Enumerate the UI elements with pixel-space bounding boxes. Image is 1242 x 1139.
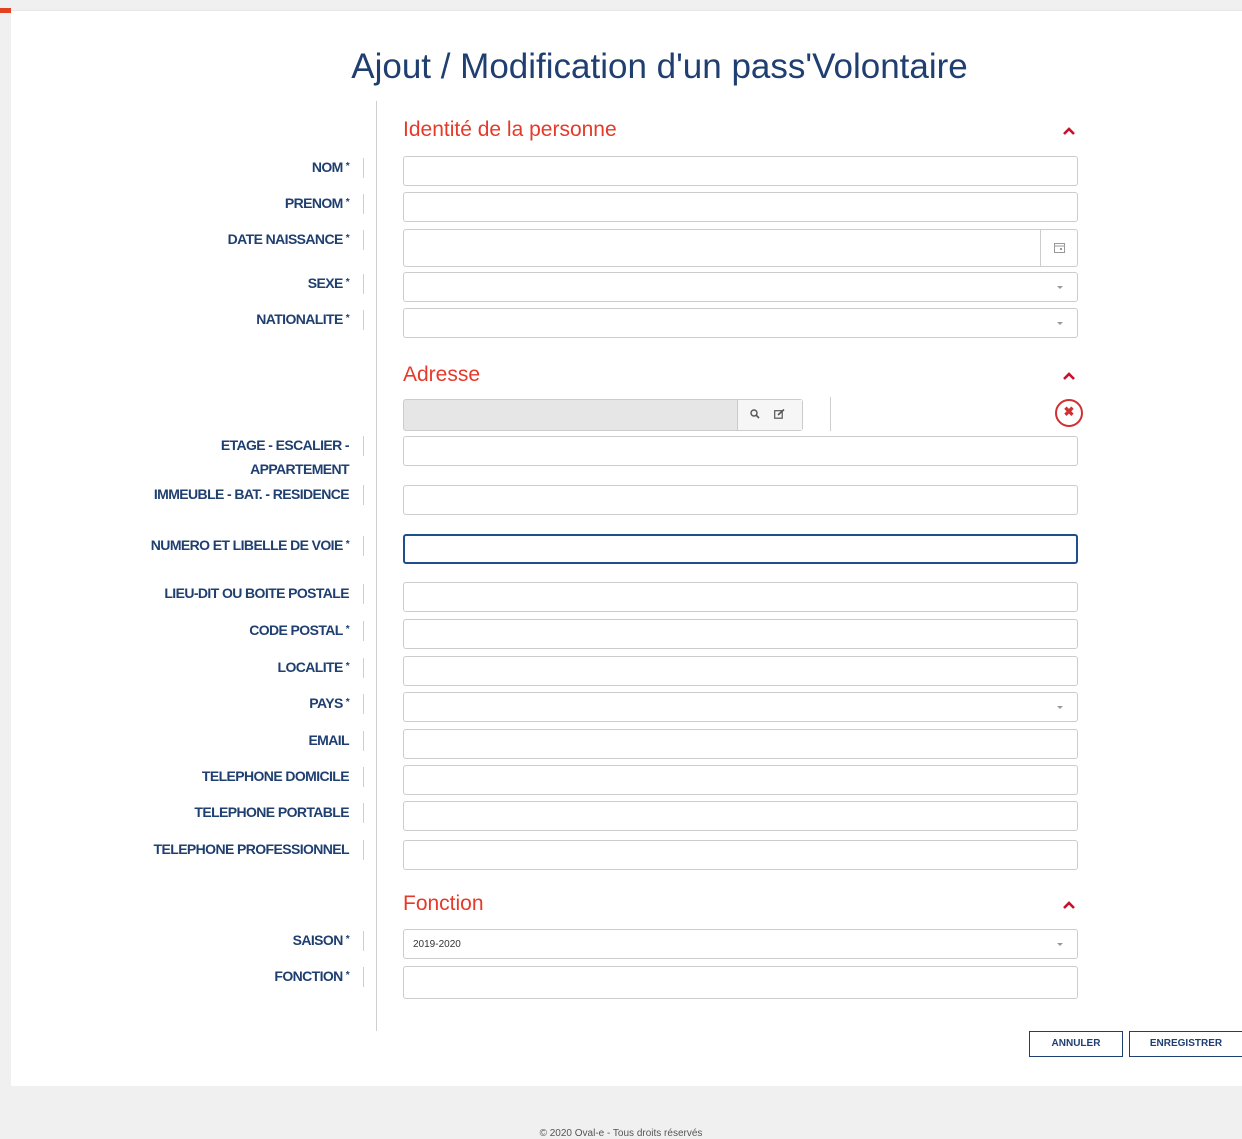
saison-select[interactable]: 2019-2020 xyxy=(403,929,1078,959)
label-tick xyxy=(363,485,364,505)
prenom-field[interactable] xyxy=(403,192,1078,222)
dropdown-caret-icon xyxy=(1057,943,1063,946)
numero-voie-input[interactable] xyxy=(405,536,1076,562)
label-tick xyxy=(363,840,364,860)
section-title-identite: Identité de la personne xyxy=(403,118,617,141)
dropdown-caret-icon xyxy=(1057,286,1063,289)
label-tick xyxy=(363,803,364,823)
label-tel-domicile: TELEPHONE DOMICILE xyxy=(201,768,350,784)
label-tel-pro: TELEPHONE PROFESSIONNEL xyxy=(153,841,350,857)
label-sexe: SEXE * xyxy=(307,275,350,291)
label-fonction: FONCTION * xyxy=(274,968,349,984)
clear-address-button[interactable]: ✖ xyxy=(1055,399,1083,427)
label-saison: SAISON * xyxy=(292,932,350,948)
localite-field[interactable] xyxy=(403,656,1078,686)
fonction-field[interactable] xyxy=(403,966,1078,999)
pays-select[interactable] xyxy=(403,692,1078,722)
nom-input[interactable] xyxy=(404,157,1077,185)
nationalite-select[interactable] xyxy=(403,308,1078,338)
fonction-input[interactable] xyxy=(404,967,1077,998)
label-tick xyxy=(363,767,364,787)
cancel-button[interactable]: ANNULER xyxy=(1029,1031,1123,1057)
localite-input[interactable] xyxy=(404,657,1077,685)
email-field[interactable] xyxy=(403,729,1078,759)
prenom-input[interactable] xyxy=(404,193,1077,221)
address-search-buttons xyxy=(737,400,802,430)
lieu-dit-field[interactable] xyxy=(403,582,1078,612)
page-title: Ajout / Modification d'un pass'Volontair… xyxy=(351,47,968,86)
label-tick xyxy=(363,694,364,714)
label-immeuble: IMMEUBLE - BAT. - RESIDENCE xyxy=(153,486,350,502)
close-icon: ✖ xyxy=(1063,404,1075,419)
label-prenom: PRENOM * xyxy=(284,195,350,211)
label-tick xyxy=(363,584,364,604)
code-postal-field[interactable] xyxy=(403,619,1078,649)
address-search-field[interactable] xyxy=(403,399,803,431)
label-tick xyxy=(363,621,364,641)
label-tel-portable: TELEPHONE PORTABLE xyxy=(194,804,349,820)
label-tick xyxy=(363,931,364,951)
label-nationalite: NATIONALITE * xyxy=(256,311,349,327)
label-numero-voie: NUMERO ET LIBELLE DE VOIE * xyxy=(150,537,350,553)
label-code-postal: CODE POSTAL * xyxy=(249,622,349,638)
tel-pro-input[interactable] xyxy=(404,841,1077,869)
collapse-chevron-icon[interactable] xyxy=(1061,369,1077,383)
label-tick xyxy=(363,436,364,456)
save-button[interactable]: ENREGISTRER xyxy=(1129,1031,1242,1057)
label-divider xyxy=(376,101,377,1031)
label-lieu-dit: LIEU-DIT OU BOITE POSTALE xyxy=(164,585,349,601)
tel-domicile-field[interactable] xyxy=(403,765,1078,795)
edit-icon[interactable] xyxy=(774,409,785,419)
tel-portable-field[interactable] xyxy=(403,801,1078,831)
label-localite: LOCALITE * xyxy=(277,659,350,675)
label-tick xyxy=(363,310,364,330)
nom-field[interactable] xyxy=(403,156,1078,186)
label-pays: PAYS * xyxy=(309,695,349,711)
label-tick xyxy=(363,274,364,294)
etage-field[interactable] xyxy=(403,436,1078,466)
immeuble-field[interactable] xyxy=(403,485,1078,515)
section-title-fonction: Fonction xyxy=(403,892,484,915)
date-naissance-field[interactable] xyxy=(403,229,1078,267)
collapse-chevron-icon[interactable] xyxy=(1061,898,1077,912)
numero-voie-field[interactable] xyxy=(403,534,1078,564)
etage-input[interactable] xyxy=(404,437,1077,465)
form-panel: Ajout / Modification d'un pass'Volontair… xyxy=(11,11,1242,1086)
label-email: EMAIL xyxy=(308,732,349,748)
saison-value: 2019-2020 xyxy=(413,939,461,950)
label-tick xyxy=(363,536,364,556)
date-naissance-input[interactable] xyxy=(404,230,1077,266)
calendar-icon xyxy=(1054,243,1065,253)
label-nom: NOM * xyxy=(311,159,350,175)
label-tick xyxy=(363,731,364,751)
label-tick xyxy=(363,658,364,678)
address-search-input[interactable] xyxy=(404,400,724,430)
label-tick xyxy=(363,194,364,214)
label-tick xyxy=(363,230,364,250)
section-title-adresse: Adresse xyxy=(403,363,481,386)
label-tick xyxy=(363,967,364,987)
tel-domicile-input[interactable] xyxy=(404,766,1077,794)
label-etage: ETAGE - ESCALIER - APPARTEMENT xyxy=(220,437,350,477)
label-tick xyxy=(363,158,364,178)
code-postal-input[interactable] xyxy=(404,620,1077,648)
email-input[interactable] xyxy=(404,730,1077,758)
collapse-chevron-icon[interactable] xyxy=(1061,124,1077,138)
search-icon[interactable] xyxy=(750,409,760,419)
lieu-dit-input[interactable] xyxy=(404,583,1077,611)
brand-accent-bar xyxy=(0,8,11,13)
sexe-select[interactable] xyxy=(403,272,1078,302)
immeuble-input[interactable] xyxy=(404,486,1077,514)
label-date-naissance: DATE NAISSANCE * xyxy=(227,231,350,247)
footer-copyright: © 2020 Oval-e - Tous droits réservés xyxy=(539,1128,703,1139)
dropdown-caret-icon xyxy=(1057,322,1063,325)
tel-portable-input[interactable] xyxy=(404,802,1077,830)
dropdown-caret-icon xyxy=(1057,706,1063,709)
address-separator xyxy=(830,397,831,431)
tel-pro-field[interactable] xyxy=(403,840,1078,870)
calendar-button[interactable] xyxy=(1040,230,1077,266)
